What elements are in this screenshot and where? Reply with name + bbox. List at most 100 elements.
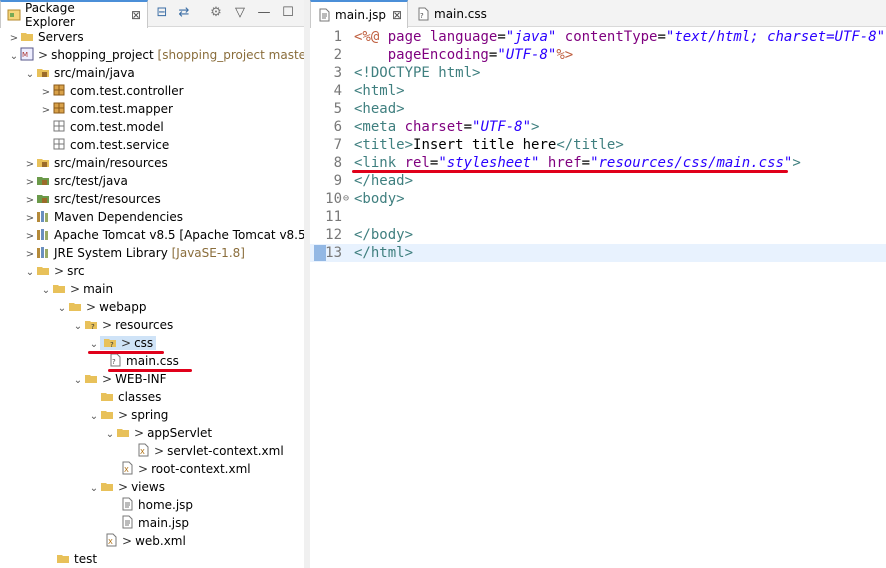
code-line-current: 13 </html> bbox=[310, 244, 886, 262]
tree-item-src-main-java[interactable]: ⌄ src/main/java bbox=[24, 64, 135, 82]
annotation-underline bbox=[108, 369, 192, 372]
chevron-down-icon[interactable]: ⌄ bbox=[72, 318, 84, 336]
xml-file-icon: X bbox=[136, 443, 150, 457]
svg-text:M: M bbox=[22, 51, 28, 59]
editor-tabbar: main.jsp ⊠ ? main.css bbox=[310, 0, 886, 28]
folder-icon bbox=[68, 299, 82, 313]
empty-package-icon bbox=[52, 137, 66, 151]
fold-icon[interactable]: ⊖ bbox=[343, 190, 349, 208]
tree-item-root-context[interactable]: X > root-context.xml bbox=[120, 460, 251, 478]
chevron-down-icon[interactable]: ⌄ bbox=[56, 300, 68, 318]
library-icon bbox=[36, 227, 50, 241]
collapse-all-icon[interactable]: ⊟ bbox=[154, 5, 170, 21]
link-with-editor-icon[interactable]: ⇄ bbox=[176, 5, 192, 21]
code-line: 3 <!DOCTYPE html> bbox=[333, 65, 481, 81]
minimize-icon[interactable]: — bbox=[256, 5, 272, 21]
tree-item-src[interactable]: ⌄ > src bbox=[24, 262, 85, 280]
svg-text:X: X bbox=[140, 448, 145, 456]
jsp-file-icon bbox=[120, 515, 134, 529]
svg-text:?: ? bbox=[420, 12, 424, 20]
tree-item-appservlet[interactable]: ⌄ > appServlet bbox=[104, 424, 212, 442]
tree-item-maven-dependencies[interactable]: > Maven Dependencies bbox=[24, 208, 183, 226]
jsp-file-icon bbox=[120, 497, 134, 511]
tab-main-css[interactable]: ? main.css bbox=[410, 2, 490, 25]
folder-icon bbox=[56, 551, 70, 565]
maven-project-icon: M bbox=[20, 47, 34, 61]
view-menu-icon[interactable]: ▽ bbox=[232, 5, 248, 21]
chevron-down-icon[interactable]: ⌄ bbox=[104, 426, 116, 444]
xml-file-icon: X bbox=[120, 461, 134, 475]
tree-item-src-test-resources[interactable]: > src/test/resources bbox=[24, 190, 161, 208]
jsp-file-icon bbox=[317, 8, 331, 22]
tree-item-resources[interactable]: ⌄? > resources bbox=[72, 316, 173, 334]
package-explorer-icon bbox=[7, 8, 21, 22]
code-line: 5 <head> bbox=[333, 101, 405, 117]
tree-item-web-xml[interactable]: X > web.xml bbox=[104, 532, 186, 550]
tree-item-package[interactable]: > com.test.mapper bbox=[40, 100, 173, 118]
package-explorer-tabbar: Package Explorer ⊠ ⊟ ⇄ ⚙ ▽ — ☐ bbox=[0, 0, 304, 29]
chevron-down-icon[interactable]: ⌄ bbox=[8, 48, 20, 66]
package-icon bbox=[52, 83, 66, 97]
editor-panel: main.jsp ⊠ ? main.css 1 <%@ page language… bbox=[310, 0, 886, 568]
tree-item-main-css[interactable]: ? main.css bbox=[108, 352, 179, 370]
tree-item-css[interactable]: ⌄? > css bbox=[88, 334, 157, 352]
tree-item-home-jsp[interactable]: home.jsp bbox=[120, 496, 193, 514]
svg-text:?: ? bbox=[110, 341, 114, 349]
tree-item-jre-library[interactable]: > JRE System Library [JavaSE-1.8] bbox=[24, 244, 245, 262]
code-editor[interactable]: 1 <%@ page language="java" contentType="t… bbox=[310, 27, 886, 568]
code-line: 12 </body> bbox=[325, 227, 414, 243]
folder-icon bbox=[52, 281, 66, 295]
chevron-down-icon[interactable]: ⌄ bbox=[72, 372, 84, 390]
tree-item-main-jsp[interactable]: main.jsp bbox=[120, 514, 189, 532]
focus-icon[interactable]: ⚙ bbox=[208, 5, 224, 21]
package-icon bbox=[52, 101, 66, 115]
close-icon[interactable]: ⊠ bbox=[392, 8, 402, 22]
xml-file-icon: X bbox=[104, 533, 118, 547]
source-folder-icon bbox=[36, 65, 50, 79]
tree-item-src-test-java[interactable]: > src/test/java bbox=[24, 172, 128, 190]
tree-item-views[interactable]: ⌄ > views bbox=[88, 478, 165, 496]
package-explorer-panel: Package Explorer ⊠ ⊟ ⇄ ⚙ ▽ — ☐ > Servers … bbox=[0, 0, 305, 568]
tree-item-classes[interactable]: classes bbox=[100, 388, 161, 406]
tree-item-test[interactable]: test bbox=[56, 550, 97, 568]
svg-text:X: X bbox=[124, 466, 129, 474]
source-folder-icon bbox=[36, 173, 50, 187]
package-explorer-tab[interactable]: Package Explorer ⊠ bbox=[0, 0, 148, 29]
tree-item-package[interactable]: com.test.model bbox=[40, 118, 164, 136]
code-line: 1 <%@ page language="java" contentType="t… bbox=[333, 29, 886, 45]
chevron-down-icon[interactable]: ⌄ bbox=[24, 66, 36, 84]
code-line: 6 <meta charset="UTF-8"> bbox=[333, 119, 540, 135]
tree-item-spring[interactable]: ⌄ > spring bbox=[88, 406, 169, 426]
tab-main-jsp[interactable]: main.jsp ⊠ bbox=[310, 0, 408, 28]
library-icon bbox=[36, 209, 50, 223]
empty-package-icon bbox=[52, 119, 66, 133]
package-explorer-tab-label: Package Explorer bbox=[25, 1, 75, 29]
tree-item-servers[interactable]: > Servers bbox=[8, 28, 84, 46]
chevron-down-icon[interactable]: ⌄ bbox=[88, 480, 100, 498]
code-line: 10 ⊖ <body> bbox=[325, 190, 405, 208]
maximize-icon[interactable]: ☐ bbox=[280, 5, 296, 21]
folder-icon bbox=[100, 389, 114, 403]
tree-item-project[interactable]: ⌄ M > shopping_project [shopping_project ma… bbox=[8, 46, 304, 66]
tree-item-main[interactable]: ⌄ > main bbox=[40, 280, 113, 298]
tree-item-package[interactable]: > com.test.controller bbox=[40, 82, 184, 100]
folder-icon: ? bbox=[103, 335, 117, 349]
tree-item-servlet-context[interactable]: X > servlet-context.xml bbox=[136, 442, 284, 460]
folder-icon: ? bbox=[84, 317, 98, 331]
tree-item-web-inf[interactable]: ⌄ > WEB-INF bbox=[72, 370, 167, 388]
chevron-down-icon[interactable]: ⌄ bbox=[24, 264, 36, 282]
file-icon: ? bbox=[416, 7, 430, 21]
tree-item-src-main-resources[interactable]: > src/main/resources bbox=[24, 154, 168, 172]
close-icon[interactable]: ⊠ bbox=[131, 8, 141, 22]
code-line: 9 </head> bbox=[333, 173, 414, 189]
code-line: 11 bbox=[325, 209, 342, 225]
source-folder-icon bbox=[36, 155, 50, 169]
tree-item-webapp[interactable]: ⌄ > webapp bbox=[56, 298, 147, 318]
annotation-underline bbox=[88, 351, 164, 354]
chevron-down-icon[interactable]: ⌄ bbox=[88, 408, 100, 426]
chevron-down-icon[interactable]: ⌄ bbox=[40, 282, 52, 300]
code-line: 7 <title>Insert title here</title> bbox=[333, 137, 624, 153]
tree-item-package[interactable]: com.test.service bbox=[40, 136, 169, 154]
svg-text:?: ? bbox=[91, 323, 95, 331]
tree-item-tomcat-library[interactable]: > Apache Tomcat v8.5 [Apache Tomcat v8.5] bbox=[24, 226, 304, 244]
